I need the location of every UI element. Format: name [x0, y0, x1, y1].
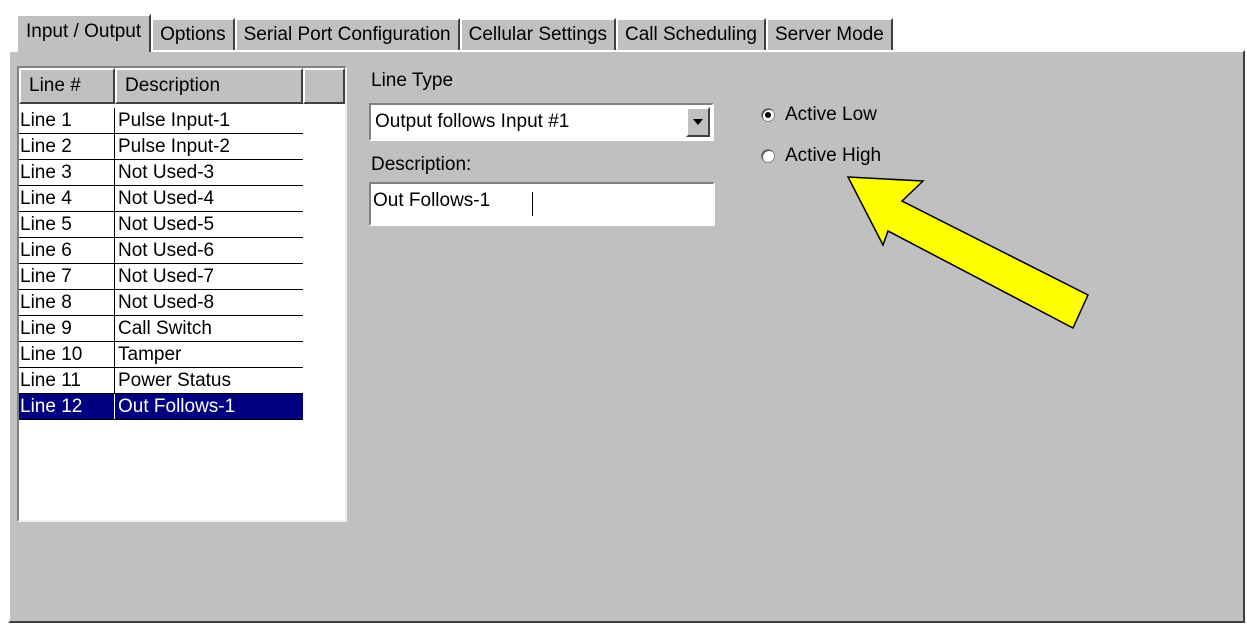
table-row[interactable]: Line 7 Not Used-7 [19, 264, 303, 290]
radio-checked-icon[interactable] [761, 108, 775, 122]
tab-call-scheduling[interactable]: Call Scheduling [615, 18, 766, 50]
tab-cellular-settings[interactable]: Cellular Settings [459, 18, 616, 50]
radio-active-high-label: Active High [785, 145, 882, 166]
line-number-cell: Line 11 [19, 368, 115, 393]
table-row[interactable]: Line 9 Call Switch [19, 316, 303, 342]
table-row[interactable]: Line 2 Pulse Input-2 [19, 134, 303, 160]
radio-unchecked-icon[interactable] [761, 149, 775, 163]
line-list[interactable]: Line # Description Line 1 Pulse Input-1 L… [17, 66, 347, 522]
description-cell: Pulse Input-2 [118, 136, 230, 157]
description-cell: Not Used-7 [118, 266, 215, 287]
line-number-cell: Line 1 [19, 108, 115, 133]
description-cell: Not Used-4 [118, 188, 215, 209]
table-row[interactable]: Line 11 Power Status [19, 368, 303, 394]
line-number-cell: Line 12 [19, 394, 115, 419]
table-row[interactable]: Line 6 Not Used-6 [19, 238, 303, 264]
tab-server-mode[interactable]: Server Mode [766, 18, 893, 50]
table-row[interactable]: Line 1 Pulse Input-1 [19, 108, 303, 134]
tab-options[interactable]: Options [151, 18, 235, 50]
list-rows: Line 1 Pulse Input-1 Line 2 Pulse Input-2 … [19, 108, 303, 420]
tab-serial-port-configuration[interactable]: Serial Port Configuration [234, 18, 460, 50]
radio-active-low-label: Active Low [785, 104, 877, 125]
tab-strip: Input / Output Options Serial Port Confi… [16, 14, 893, 52]
column-header-filler [303, 68, 345, 104]
description-cell: Not Used-5 [118, 214, 215, 235]
list-header: Line # Description [19, 68, 345, 104]
line-number-cell: Line 5 [19, 212, 115, 237]
line-type-label: Line Type [371, 70, 454, 91]
line-number-cell: Line 4 [19, 186, 115, 211]
line-number-cell: Line 7 [19, 264, 115, 289]
line-number-cell: Line 10 [19, 342, 115, 367]
table-row[interactable]: Line 4 Not Used-4 [19, 186, 303, 212]
description-cell: Not Used-6 [118, 240, 215, 261]
description-cell: Not Used-3 [118, 162, 215, 183]
description-cell: Pulse Input-1 [118, 110, 230, 131]
description-cell: Not Used-8 [118, 292, 215, 313]
line-type-value: Output follows Input #1 [375, 111, 570, 132]
description-value: Out Follows-1 [373, 190, 491, 211]
radio-active-low[interactable]: Active Low [761, 104, 877, 126]
table-row[interactable]: Line 5 Not Used-5 [19, 212, 303, 238]
description-cell: Out Follows-1 [118, 396, 236, 417]
line-number-cell: Line 8 [19, 290, 115, 315]
table-row[interactable]: Line 10 Tamper [19, 342, 303, 368]
line-type-select[interactable]: Output follows Input #1 [369, 103, 714, 141]
description-cell: Power Status [118, 370, 231, 391]
description-field[interactable]: Out Follows-1 [369, 182, 715, 226]
line-number-cell: Line 9 [19, 316, 115, 341]
text-caret [532, 192, 533, 216]
line-number-cell: Line 2 [19, 134, 115, 159]
line-number-cell: Line 6 [19, 238, 115, 263]
dropdown-arrow-icon[interactable] [686, 107, 710, 137]
tab-input-output[interactable]: Input / Output [16, 14, 152, 52]
line-number-cell: Line 3 [19, 160, 115, 185]
pointer-arrow-icon [846, 176, 1089, 330]
description-label: Description: [371, 154, 472, 175]
description-cell: Tamper [118, 344, 182, 365]
table-row[interactable]: Line 3 Not Used-3 [19, 160, 303, 186]
table-row-selected[interactable]: Line 12 Out Follows-1 [19, 394, 303, 420]
description-cell: Call Switch [118, 318, 212, 339]
column-header-description[interactable]: Description [115, 68, 303, 104]
column-header-line-number[interactable]: Line # [19, 68, 115, 104]
table-row[interactable]: Line 8 Not Used-8 [19, 290, 303, 316]
radio-active-high[interactable]: Active High [761, 145, 881, 167]
